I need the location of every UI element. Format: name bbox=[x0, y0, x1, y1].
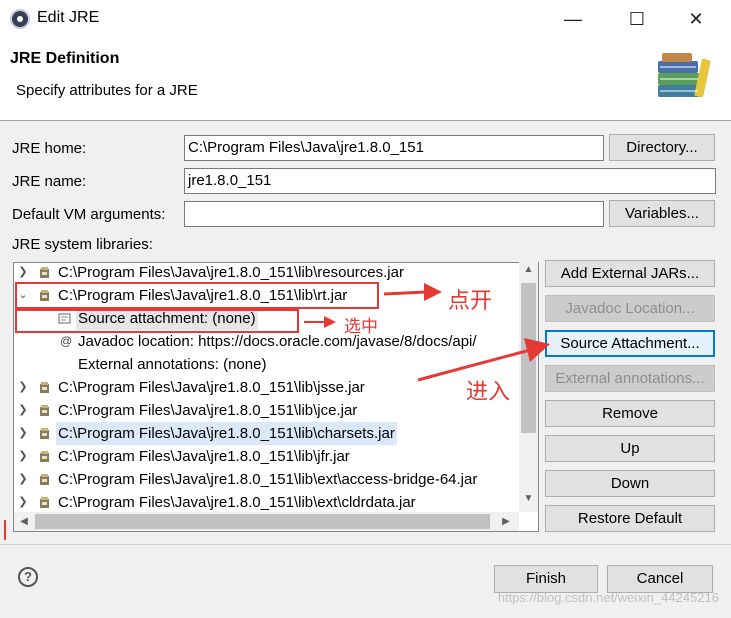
javadoc-icon: @ bbox=[60, 334, 73, 348]
tree-item-jfr-jar[interactable]: ❯ C:\Program Files\Java\jre1.8.0_151\lib… bbox=[14, 445, 534, 468]
source-attachment-button[interactable]: Source Attachment... bbox=[545, 330, 715, 357]
footer-separator bbox=[0, 544, 731, 545]
chevron-right-icon[interactable]: ❯ bbox=[17, 263, 29, 284]
jre-home-field[interactable]: C:\Program Files\Java\jre1.8.0_151 bbox=[184, 135, 604, 161]
page-title: JRE Definition bbox=[10, 50, 120, 67]
books-icon bbox=[652, 47, 714, 101]
help-icon[interactable]: ? bbox=[18, 567, 38, 587]
tree-item-label: C:\Program Files\Java\jre1.8.0_151\lib\c… bbox=[56, 422, 397, 445]
jar-icon bbox=[40, 267, 49, 278]
jre-name-label: JRE name: bbox=[12, 173, 87, 190]
annotation-enter-note: 进入 bbox=[466, 380, 511, 405]
annotation-arrow-icon bbox=[304, 316, 336, 328]
libraries-label: JRE system libraries: bbox=[12, 236, 153, 253]
scroll-left-icon[interactable]: ◀ bbox=[16, 513, 32, 530]
annotation-box-source-attachment bbox=[15, 309, 299, 333]
add-external-jars-button[interactable]: Add External JARs... bbox=[545, 260, 715, 287]
chevron-right-icon[interactable]: ❯ bbox=[17, 376, 29, 399]
tree-item-label: External annotations: (none) bbox=[78, 356, 267, 373]
watermark-text: https://blog.csdn.net/weixin_44245216 bbox=[497, 590, 719, 605]
scroll-down-icon[interactable]: ▼ bbox=[521, 493, 536, 509]
jar-icon bbox=[40, 405, 49, 416]
jar-icon bbox=[40, 497, 49, 508]
tree-item-label: C:\Program Files\Java\jre1.8.0_151\lib\e… bbox=[58, 494, 416, 511]
external-annotations-button[interactable]: External annotations... bbox=[545, 365, 715, 392]
javadoc-location-button[interactable]: Javadoc Location... bbox=[545, 295, 715, 322]
close-icon[interactable]: ✕ bbox=[673, 0, 719, 38]
jar-icon bbox=[40, 451, 49, 462]
chevron-right-icon[interactable]: ❯ bbox=[17, 399, 29, 422]
cancel-button[interactable]: Cancel bbox=[607, 565, 713, 593]
directory-button[interactable]: Directory... bbox=[609, 134, 715, 161]
eclipse-icon bbox=[10, 9, 30, 29]
annotation-mark bbox=[4, 520, 8, 540]
page-description: Specify attributes for a JRE bbox=[16, 82, 198, 99]
tree-item-access-bridge-jar[interactable]: ❯ C:\Program Files\Java\jre1.8.0_151\lib… bbox=[14, 468, 534, 491]
chevron-right-icon[interactable]: ❯ bbox=[17, 468, 29, 491]
maximize-icon[interactable]: ☐ bbox=[614, 0, 660, 38]
jre-name-field[interactable]: jre1.8.0_151 bbox=[184, 168, 716, 194]
minimize-icon[interactable]: — bbox=[550, 0, 596, 38]
up-button[interactable]: Up bbox=[545, 435, 715, 462]
scroll-up-icon[interactable]: ▲ bbox=[521, 264, 536, 280]
chevron-right-icon[interactable]: ❯ bbox=[17, 491, 29, 514]
jre-home-label: JRE home: bbox=[12, 140, 87, 157]
down-button[interactable]: Down bbox=[545, 470, 715, 497]
annotation-box-rt-jar bbox=[15, 282, 379, 309]
finish-button[interactable]: Finish bbox=[494, 565, 598, 593]
annotation-arrow-icon bbox=[383, 283, 442, 301]
jar-icon bbox=[40, 382, 49, 393]
chevron-right-icon[interactable]: ❯ bbox=[17, 445, 29, 468]
jar-icon bbox=[40, 428, 49, 439]
annotation-expand-note: 点开 bbox=[448, 289, 493, 314]
variables-button[interactable]: Variables... bbox=[609, 200, 715, 227]
tree-item-label: C:\Program Files\Java\jre1.8.0_151\lib\j… bbox=[58, 379, 365, 396]
annotation-select-note: 选中 bbox=[344, 317, 378, 337]
tree-item-label: C:\Program Files\Java\jre1.8.0_151\lib\j… bbox=[58, 448, 350, 465]
remove-button[interactable]: Remove bbox=[545, 400, 715, 427]
horizontal-scroll-thumb[interactable] bbox=[35, 514, 490, 529]
tree-item-label: C:\Program Files\Java\jre1.8.0_151\lib\e… bbox=[58, 471, 478, 488]
vm-args-field[interactable] bbox=[184, 201, 604, 227]
window-title: Edit JRE bbox=[37, 9, 100, 26]
tree-item-charsets-jar[interactable]: ❯ C:\Program Files\Java\jre1.8.0_151\lib… bbox=[14, 422, 534, 445]
restore-default-button[interactable]: Restore Default bbox=[545, 505, 715, 532]
tree-item-label: C:\Program Files\Java\jre1.8.0_151\lib\r… bbox=[58, 264, 404, 281]
tree-item-cldrdata-jar[interactable]: ❯ C:\Program Files\Java\jre1.8.0_151\lib… bbox=[14, 491, 534, 514]
vm-args-label: Default VM arguments: bbox=[12, 206, 166, 223]
tree-item-resources-jar[interactable]: ❯ C:\Program Files\Java\jre1.8.0_151\lib… bbox=[14, 263, 534, 284]
chevron-right-icon[interactable]: ❯ bbox=[17, 422, 29, 445]
tree-item-label: C:\Program Files\Java\jre1.8.0_151\lib\j… bbox=[58, 402, 358, 419]
jar-icon bbox=[40, 474, 49, 485]
scroll-right-icon[interactable]: ▶ bbox=[498, 513, 514, 530]
tree-item-jce-jar[interactable]: ❯ C:\Program Files\Java\jre1.8.0_151\lib… bbox=[14, 399, 534, 422]
